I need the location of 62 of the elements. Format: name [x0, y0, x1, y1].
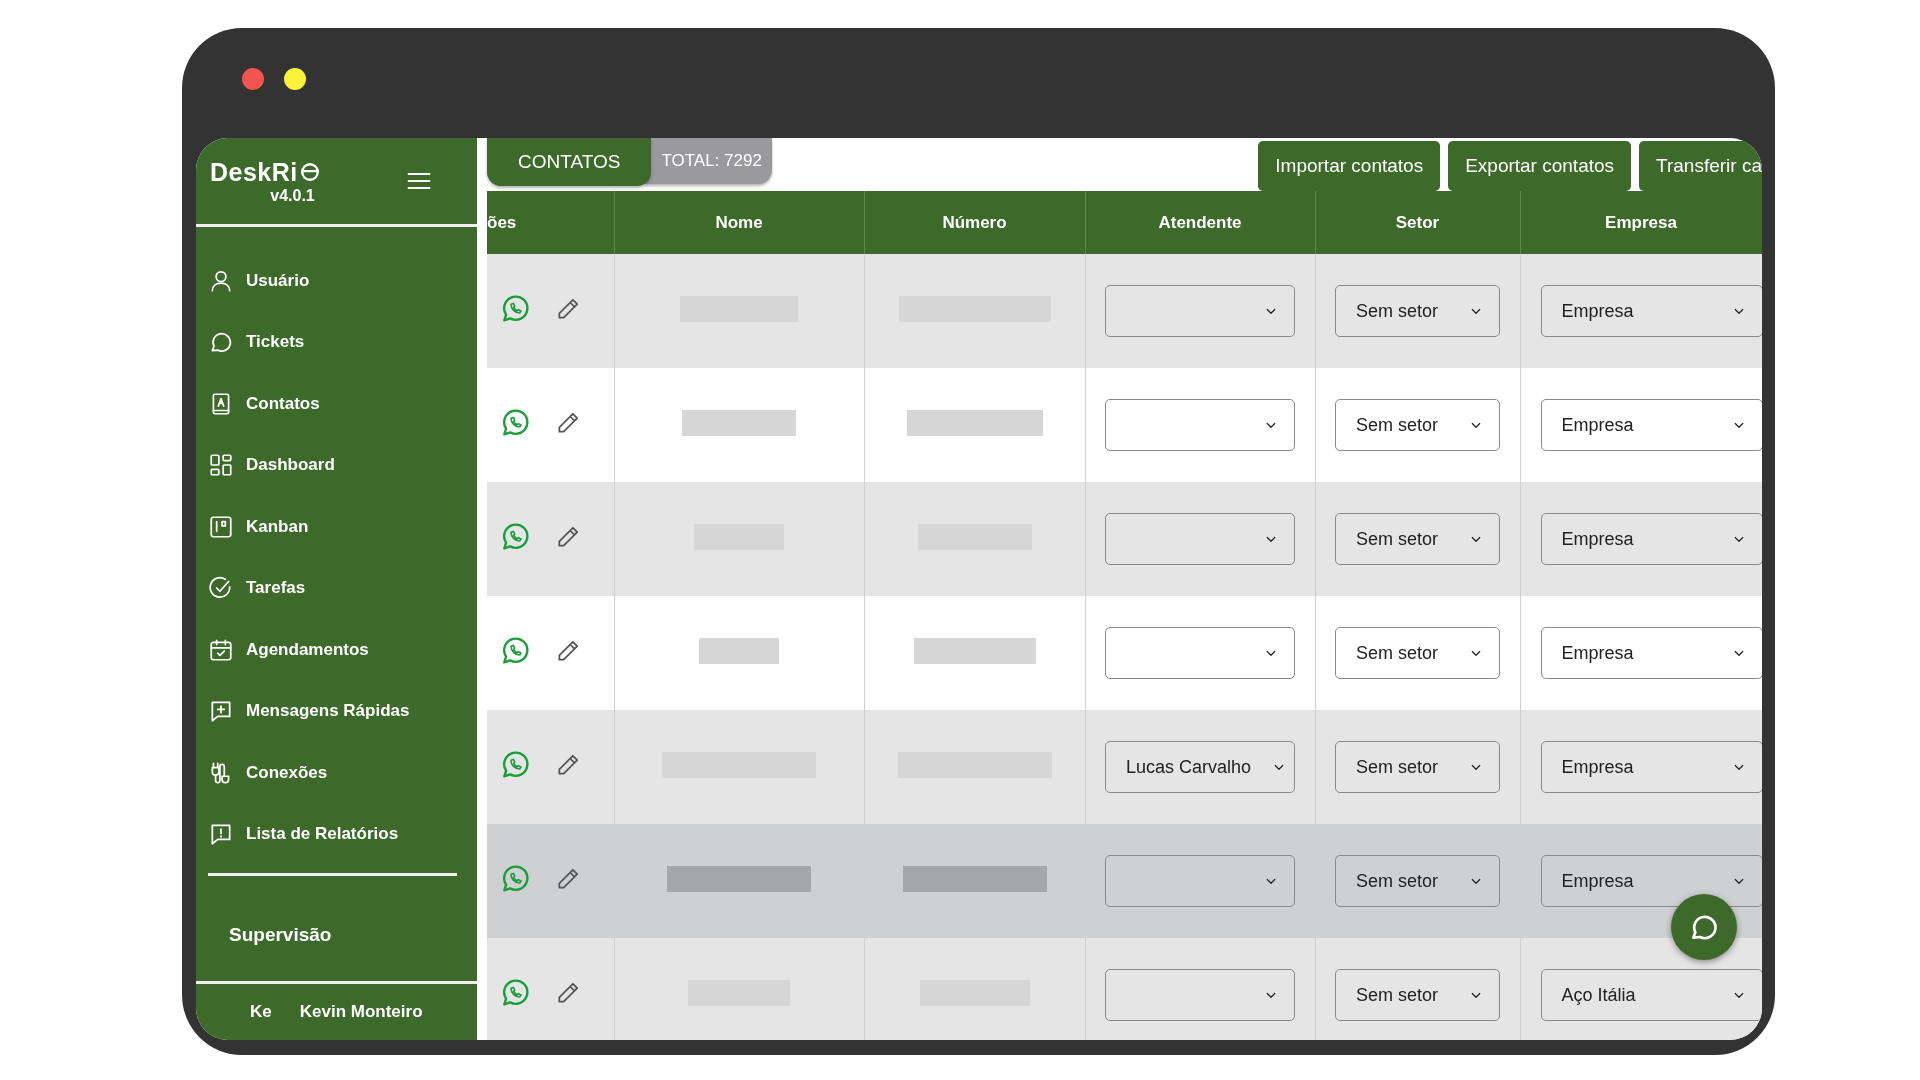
tab[interactable]: CONTATOS	[487, 138, 652, 186]
window-close-dot[interactable]	[242, 68, 264, 90]
attendant-select[interactable]: Lucas Carvalho	[1105, 741, 1295, 793]
table-row[interactable]: Sem setor Empresa	[487, 482, 1762, 596]
column-header: Setor	[1315, 191, 1520, 254]
logo-icon	[298, 161, 321, 184]
pencil-icon	[555, 752, 581, 778]
report-icon	[208, 821, 234, 848]
sidebar-item[interactable]: Lista de Relatórios	[196, 803, 477, 866]
app-logo: DeskRi	[210, 157, 298, 187]
sector-select[interactable]: Sem setor	[1335, 969, 1500, 1021]
sidebar-item[interactable]: Tarefas	[196, 557, 477, 620]
kanban-icon	[208, 513, 234, 540]
sidebar-item[interactable]: Kanban	[196, 496, 477, 558]
total-badge: TOTAL: 7292	[645, 138, 772, 184]
sidebar-item[interactable]: Agendamentos	[196, 619, 477, 681]
column-header: Número	[864, 191, 1085, 254]
sector-select[interactable]: Sem setor	[1335, 399, 1500, 451]
version-label: v4.0.1	[270, 186, 315, 205]
table-row[interactable]: Sem setor Aço Itália	[487, 938, 1762, 1040]
action-button[interactable]: Transferir ca	[1639, 141, 1762, 191]
sidebar-item[interactable]: Tickets	[196, 311, 477, 374]
window-minimize-dot[interactable]	[284, 68, 306, 90]
user-name: Kevin Monteiro	[299, 1002, 423, 1023]
message-plus-icon	[208, 698, 234, 725]
pencil-icon	[555, 866, 581, 892]
sidebar-item[interactable]: Dashboard	[196, 434, 477, 497]
section-heading[interactable]: Supervisão	[196, 876, 477, 982]
attendant-select[interactable]	[1105, 969, 1295, 1021]
pencil-icon	[555, 980, 581, 1006]
column-header: ões	[487, 191, 614, 254]
pencil-icon	[555, 410, 581, 436]
sector-select[interactable]: Sem setor	[1335, 741, 1500, 793]
column-header: Empresa	[1520, 191, 1762, 254]
calendar-icon	[208, 636, 234, 663]
table-row[interactable]: Sem setor Empresa	[487, 824, 1762, 938]
sidebar-item[interactable]: Contatos	[196, 373, 477, 435]
pencil-icon	[555, 524, 581, 550]
attendant-select[interactable]	[1105, 285, 1295, 337]
column-header: Atendente	[1085, 191, 1315, 254]
pencil-icon	[555, 296, 581, 322]
attendant-select[interactable]	[1105, 513, 1295, 565]
action-button[interactable]: Importar contatos	[1258, 141, 1441, 191]
attendant-select[interactable]	[1105, 855, 1295, 907]
dashboard-icon	[208, 452, 234, 479]
attendant-select[interactable]	[1105, 399, 1295, 451]
sidebar-item[interactable]: Conexões	[196, 742, 477, 804]
sidebar-item[interactable]: Usuário	[196, 250, 477, 312]
table-row[interactable]: Sem setor Empresa	[487, 254, 1762, 368]
sidebar-item[interactable]: Mensagens Rápidas	[196, 680, 477, 743]
sector-select[interactable]: Sem setor	[1335, 627, 1500, 679]
table-row[interactable]: Sem setor Empresa	[487, 596, 1762, 710]
table-row[interactable]: Lucas Carvalho Sem setor Empresa	[487, 710, 1762, 824]
attendant-select[interactable]	[1105, 627, 1295, 679]
column-header: Nome	[614, 191, 864, 254]
pencil-icon	[555, 638, 581, 664]
sector-select[interactable]: Sem setor	[1335, 513, 1500, 565]
sector-select[interactable]: Sem setor	[1335, 285, 1500, 337]
action-button[interactable]: Exportar contatos	[1448, 141, 1632, 191]
table-row[interactable]: Sem setor Empresa	[487, 368, 1762, 482]
sector-select[interactable]: Sem setor	[1335, 855, 1500, 907]
user-initials: Ke	[250, 1002, 272, 1023]
